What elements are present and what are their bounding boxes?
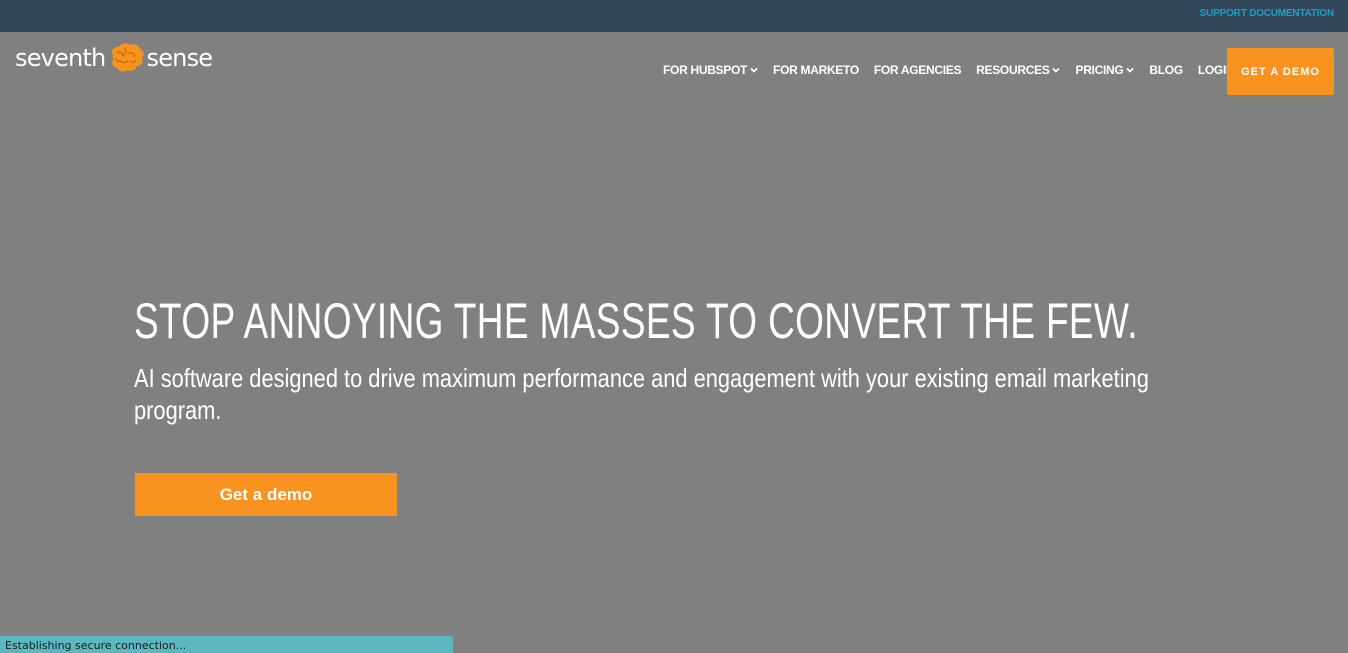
chevron-down-icon [1126,67,1135,73]
hero-subtitle: AI software designed to drive maximum pe… [134,363,1149,425]
nav-label: PRICING [1075,63,1124,77]
nav-item-for-agencies[interactable]: FOR AGENCIES [873,63,962,77]
nav-label: RESOURCES [976,63,1050,77]
nav-item-pricing[interactable]: PRICING [1075,63,1135,77]
get-a-demo-nav-button[interactable]: GET A DEMO [1227,48,1334,95]
support-documentation-link[interactable]: SUPPORT DOCUMENTATION [1200,8,1335,19]
nav-item-blog[interactable]: BLOG [1149,63,1183,77]
logo[interactable]: seventh sense [15,40,213,76]
logo-text-seventh: seventh [15,44,106,72]
browser-status-bar: Establishing secure connection... [0,635,454,653]
logo-text-sense: sense [146,44,213,72]
nav-label: FOR MARKETO [773,63,859,77]
nav-label: BLOG [1149,63,1183,77]
nav-label: FOR AGENCIES [873,63,962,77]
nav-item-for-marketo[interactable]: FOR MARKETO [773,63,859,77]
chevron-down-icon [750,67,758,73]
nav-label: FOR HUBSPOT [663,63,748,77]
chevron-down-icon [1052,67,1061,73]
main-nav: FOR HUBSPOT FOR MARKETO FOR AGENCIES RES… [663,63,1249,77]
nav-item-for-hubspot[interactable]: FOR HUBSPOT [663,63,758,77]
hero-title: STOP ANNOYING THE MASSES TO CONVERT THE … [134,293,1138,349]
get-a-demo-hero-button[interactable]: Get a demo [135,473,397,516]
nav-item-resources[interactable]: RESOURCES [976,63,1061,77]
top-utility-bar: SUPPORT DOCUMENTATION [0,0,1348,32]
brain-icon [112,43,145,72]
